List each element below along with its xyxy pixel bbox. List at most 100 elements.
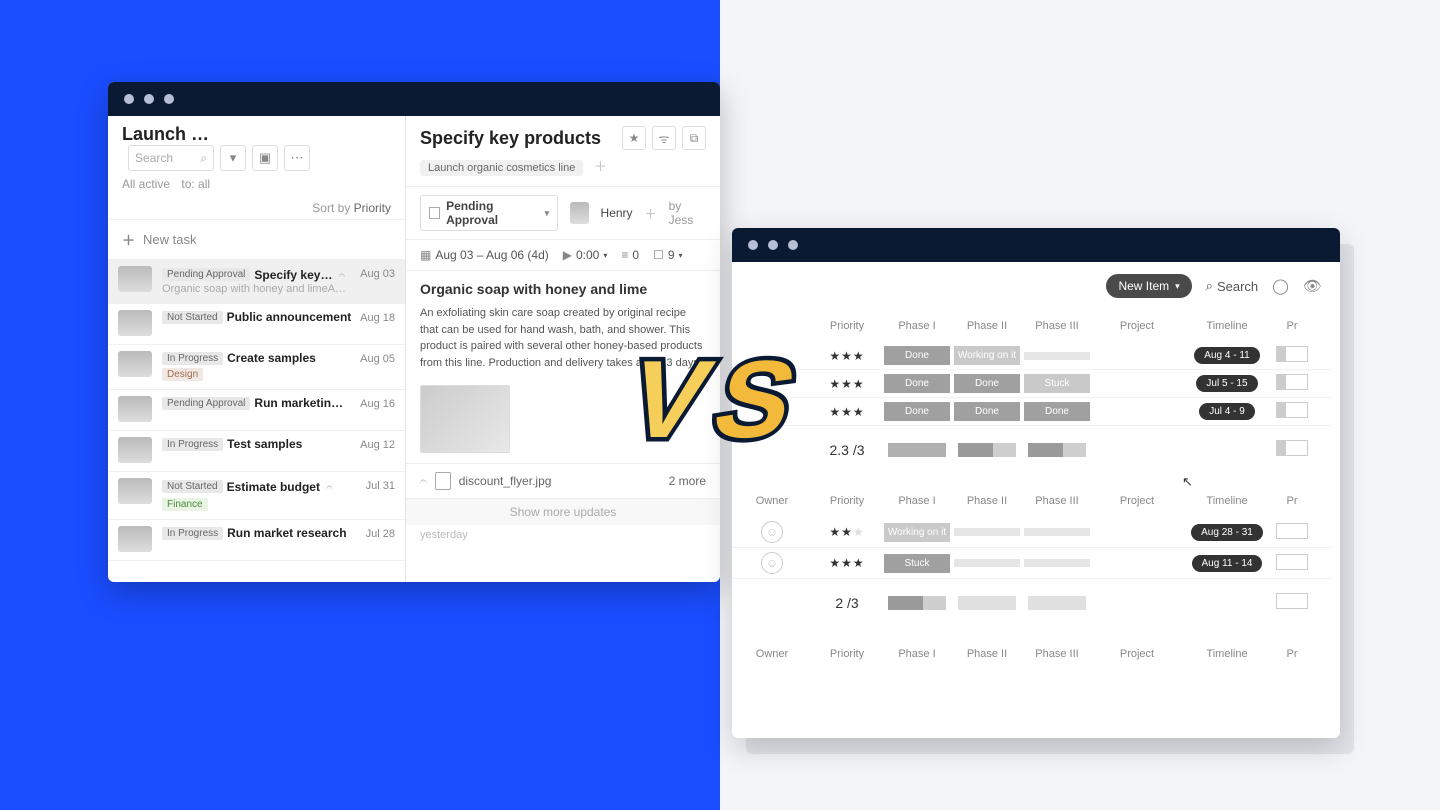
rss-button[interactable]: ᯤ	[652, 126, 676, 150]
window-control-dot[interactable]	[748, 240, 758, 250]
show-more-updates[interactable]: Show more updates	[406, 498, 720, 525]
progress-cell[interactable]	[1276, 554, 1308, 570]
task-row[interactable]: In Progress Run market research Jul 28	[108, 520, 405, 561]
checklist-count[interactable]: ☐ 9 ▾	[653, 248, 682, 262]
play-icon: ▶	[563, 248, 572, 262]
task-date: Jul 28	[366, 528, 395, 540]
parent-tag[interactable]: Launch organic cosmetics line	[420, 160, 583, 176]
phase-cell[interactable]: Done	[1024, 402, 1090, 421]
subtasks-value: 0	[632, 248, 639, 262]
timeline-pill[interactable]: Aug 11 - 14	[1192, 555, 1263, 572]
col-progress: Pr	[1272, 644, 1312, 664]
phase-cell[interactable]: Stuck	[884, 554, 950, 573]
add-tag-button[interactable]: ＋	[594, 156, 607, 175]
avatar	[132, 310, 152, 336]
task-title: Specify key…	[254, 268, 332, 282]
task-row[interactable]: Pending Approval Run marketin… Aug 16	[108, 390, 405, 431]
progress-cell[interactable]	[1276, 402, 1308, 418]
phase-cell[interactable]: Done	[884, 374, 950, 393]
phase-cell[interactable]: Done	[954, 402, 1020, 421]
search-button[interactable]: ⌕ Search	[1206, 278, 1258, 294]
priority-stars[interactable]: ★★★	[812, 401, 882, 423]
task-row[interactable]: Not Started Estimate budget 𝄐 Finance Ju…	[108, 472, 405, 520]
window-control-dot[interactable]	[788, 240, 798, 250]
priority-stars[interactable]: ★★★	[812, 345, 882, 367]
summary-score: 2.3 /3	[812, 438, 882, 462]
phase-cell[interactable]	[1024, 352, 1090, 360]
avatar	[132, 266, 152, 292]
more-button[interactable]: ⋯	[284, 145, 310, 171]
timeline-pill[interactable]: Aug 4 - 11	[1194, 347, 1259, 364]
filter-to-all[interactable]: to: all	[181, 177, 210, 191]
add-assignee-button[interactable]: ＋	[645, 205, 657, 222]
person-icon[interactable]: ◯	[1272, 277, 1289, 295]
board-row[interactable]: ☺ ★★★ Working on it Aug 28 - 31	[732, 517, 1332, 548]
priority-stars[interactable]: ★★★	[812, 373, 882, 395]
window-control-dot[interactable]	[164, 94, 174, 104]
phase-cell[interactable]: Stuck	[1024, 374, 1090, 393]
col-phase2: Phase II	[952, 316, 1022, 336]
task-row[interactable]: Pending Approval Specify key… 𝄐 Organic …	[108, 260, 405, 304]
phase-cell[interactable]	[1024, 528, 1090, 536]
avatar	[132, 478, 152, 504]
phase-cell[interactable]	[954, 559, 1020, 567]
col-priority: Priority	[812, 644, 882, 664]
task-title: Public announcement	[227, 310, 352, 324]
priority-stars[interactable]: ★★★	[812, 521, 882, 543]
col-owner: Owner	[732, 491, 812, 511]
phase-cell[interactable]: Done	[884, 346, 950, 365]
sort-control[interactable]: Sort by Priority	[108, 197, 405, 220]
subtasks-count[interactable]: ≡ 0	[621, 248, 639, 262]
filter-all-active[interactable]: All active	[122, 177, 170, 191]
attachment-more[interactable]: 2 more	[669, 474, 706, 488]
owner-icon[interactable]: ☺	[761, 552, 783, 574]
task-row[interactable]: Not Started Public announcement Aug 18	[108, 304, 405, 345]
summary-block	[958, 443, 1016, 457]
task-row[interactable]: In Progress Test samples Aug 12	[108, 431, 405, 472]
filter-button[interactable]: ▾	[220, 145, 246, 171]
timeline-pill[interactable]: Aug 28 - 31	[1191, 524, 1263, 541]
phase-cell[interactable]: Done	[884, 402, 950, 421]
search-input[interactable]: Search ⌕	[128, 145, 214, 171]
progress-cell[interactable]	[1276, 346, 1308, 362]
progress-cell[interactable]	[1276, 374, 1308, 390]
board-row[interactable]: ☺ ★★★ Stuck Aug 11 - 14	[732, 548, 1332, 579]
board-row[interactable]: ★★★ Done Done Done Jul 4 - 9	[732, 398, 1332, 426]
status-pill: In Progress	[162, 352, 223, 365]
phase-cell[interactable]: Working on it	[884, 523, 950, 542]
assignee-avatar[interactable]	[570, 202, 588, 224]
progress-cell[interactable]	[1276, 523, 1308, 539]
window-control-dot[interactable]	[124, 94, 134, 104]
timer-control[interactable]: ▶ 0:00 ▾	[563, 248, 608, 262]
star-button[interactable]: ★	[622, 126, 646, 150]
timeline-pill[interactable]: Jul 4 - 9	[1199, 403, 1255, 420]
phase-cell[interactable]	[1024, 559, 1090, 567]
attachment-icon[interactable]: 𝄐	[420, 474, 427, 489]
task-date: Aug 18	[360, 312, 395, 324]
folder-button[interactable]: ▣	[252, 145, 278, 171]
window-control-dot[interactable]	[768, 240, 778, 250]
owner-icon[interactable]: ☺	[761, 521, 783, 543]
phase-cell[interactable]	[954, 528, 1020, 536]
task-row[interactable]: In Progress Create samples Design Aug 05	[108, 345, 405, 390]
status-dropdown[interactable]: Pending Approval ▾	[420, 195, 558, 231]
phase-cell[interactable]: Done	[954, 374, 1020, 393]
phase-cell[interactable]: Working on it	[954, 346, 1020, 365]
link-button[interactable]: ⧉	[682, 126, 706, 150]
chevron-down-icon: ▾	[679, 251, 683, 260]
board-row[interactable]: ★★★ Done Working on it Aug 4 - 11	[732, 342, 1332, 370]
new-item-button[interactable]: New Item ▾	[1106, 274, 1191, 298]
priority-stars[interactable]: ★★★	[812, 552, 882, 574]
avatar	[132, 396, 152, 422]
image-thumbnail[interactable]	[420, 385, 510, 453]
task-date: Jul 31	[366, 480, 395, 492]
detail-title: Specify key products	[420, 128, 601, 149]
eye-icon[interactable]: 👁	[1303, 277, 1322, 295]
window-control-dot[interactable]	[144, 94, 154, 104]
timeline-pill[interactable]: Jul 5 - 15	[1196, 375, 1257, 392]
board-row[interactable]: ★★★ Done Done Stuck Jul 5 - 15	[732, 370, 1332, 398]
progress-cell	[1276, 440, 1308, 456]
new-task-button[interactable]: ＋ New task	[108, 220, 405, 260]
date-range[interactable]: ▦ Aug 03 – Aug 06 (4d)	[420, 248, 549, 262]
attachment-name[interactable]: discount_flyer.jpg	[459, 474, 552, 488]
